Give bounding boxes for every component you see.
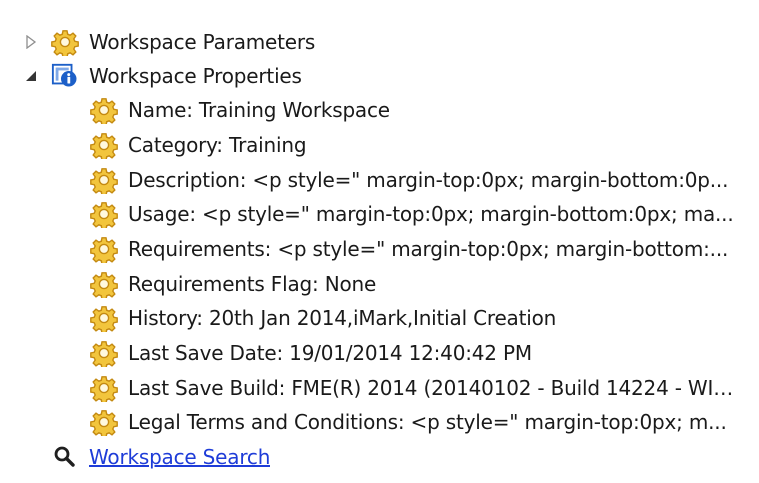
property-label: Usage: <p style=" margin-top:0px; margin… xyxy=(128,202,734,226)
property-item-requirements[interactable]: Requirements: <p style=" margin-top:0px;… xyxy=(90,232,734,266)
gear-icon xyxy=(90,200,118,228)
tree-node-workspace-search[interactable]: Workspace Search xyxy=(51,440,270,474)
gear-icon xyxy=(90,374,118,402)
tree-node-workspace-parameters[interactable]: Workspace Parameters xyxy=(24,25,315,59)
info-icon xyxy=(51,62,79,90)
gear-icon xyxy=(90,166,118,194)
property-item-name[interactable]: Name: Training Workspace xyxy=(90,93,734,127)
tree-node-label: Workspace Parameters xyxy=(89,30,316,54)
property-item-requirements-flag[interactable]: Requirements Flag: None xyxy=(90,267,734,301)
gear-icon xyxy=(90,131,118,159)
property-label: History: 20th Jan 2014,iMark,Initial Cre… xyxy=(128,306,557,330)
gear-icon xyxy=(51,28,79,56)
gear-icon xyxy=(90,270,118,298)
property-label: Legal Terms and Conditions: <p style=" m… xyxy=(128,410,727,434)
collapsed-arrow-icon[interactable] xyxy=(24,35,38,49)
gear-icon xyxy=(90,339,118,367)
gear-icon xyxy=(90,304,118,332)
property-label: Requirements: <p style=" margin-top:0px;… xyxy=(128,237,729,261)
workspace-navigator-tree: Workspace Parameters Workspace Propertie… xyxy=(0,0,759,483)
property-item-last-save-date[interactable]: Last Save Date: 19/01/2014 12:40:42 PM xyxy=(90,336,734,370)
property-label: Last Save Date: 19/01/2014 12:40:42 PM xyxy=(128,341,532,365)
property-label: Requirements Flag: None xyxy=(128,272,377,296)
property-item-history[interactable]: History: 20th Jan 2014,iMark,Initial Cre… xyxy=(90,301,734,335)
expanded-arrow-icon[interactable] xyxy=(24,69,38,83)
workspace-search-link[interactable]: Workspace Search xyxy=(89,445,270,469)
property-item-category[interactable]: Category: Training xyxy=(90,128,734,162)
gear-icon xyxy=(90,408,118,436)
property-label: Category: Training xyxy=(128,133,307,157)
property-item-last-save-build[interactable]: Last Save Build: FME(R) 2014 (20140102 -… xyxy=(90,371,734,405)
property-label: Name: Training Workspace xyxy=(128,98,390,122)
gear-icon xyxy=(90,96,118,124)
gear-icon xyxy=(90,235,118,263)
property-item-legal-terms[interactable]: Legal Terms and Conditions: <p style=" m… xyxy=(90,405,734,439)
property-label: Description: <p style=" margin-top:0px; … xyxy=(128,168,729,192)
search-icon xyxy=(51,443,79,471)
property-item-usage[interactable]: Usage: <p style=" margin-top:0px; margin… xyxy=(90,197,734,231)
property-item-description[interactable]: Description: <p style=" margin-top:0px; … xyxy=(90,163,734,197)
tree-node-label: Workspace Properties xyxy=(89,64,302,88)
tree-node-workspace-properties[interactable]: Workspace Properties xyxy=(24,59,302,93)
property-label: Last Save Build: FME(R) 2014 (20140102 -… xyxy=(128,376,734,400)
